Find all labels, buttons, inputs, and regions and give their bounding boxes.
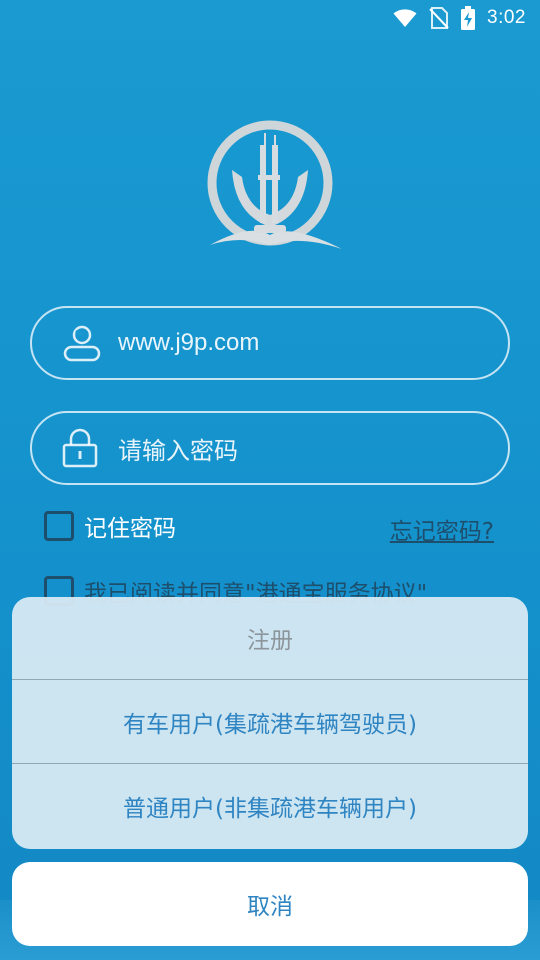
option-vehicle-user[interactable]: 有车用户(集疏港车辆驾驶员) <box>12 680 528 764</box>
username-value: www.j9p.com <box>118 329 260 356</box>
status-bar: 3:02 <box>0 0 540 36</box>
port-anchor-logo-icon <box>207 120 342 249</box>
option-regular-user[interactable]: 普通用户(非集疏港车辆用户) <box>12 764 528 848</box>
clock: 3:02 <box>487 7 526 28</box>
user-icon <box>63 325 101 362</box>
forgot-password-link[interactable]: 忘记密码? <box>390 512 494 546</box>
lock-icon <box>62 428 98 468</box>
wifi-icon <box>393 9 417 27</box>
password-field[interactable]: 请输入密码 <box>30 411 510 485</box>
remember-password-row: 记住密码 <box>44 509 176 543</box>
remember-password-checkbox[interactable] <box>44 511 74 541</box>
remember-password-label: 记住密码 <box>84 516 176 542</box>
login-screen: 3:02 www.j9p.com 请输入密码 记住密码 忘记密码? 我已阅读并同… <box>0 0 540 960</box>
no-sim-icon <box>429 7 449 29</box>
cancel-button[interactable]: 取消 <box>12 862 528 946</box>
register-action-sheet: 注册 有车用户(集疏港车辆驾驶员) 普通用户(非集疏港车辆用户) <box>12 597 528 849</box>
battery-charging-icon <box>461 6 476 30</box>
action-sheet-title: 注册 <box>12 597 528 680</box>
username-field[interactable]: www.j9p.com <box>30 306 510 380</box>
password-placeholder: 请输入密码 <box>118 437 238 465</box>
